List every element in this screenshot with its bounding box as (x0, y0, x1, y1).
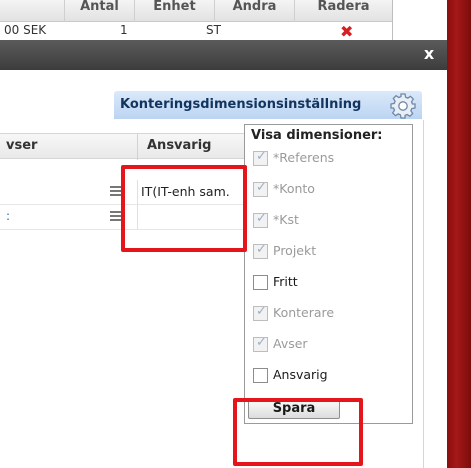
column-andra: Ändra (214, 0, 294, 22)
column-antal: Antal (64, 0, 134, 22)
dimension-option-referens: *Referens (253, 149, 403, 169)
kst-label: *Kst (273, 212, 299, 227)
gear-icon[interactable] (390, 93, 416, 119)
fritt-checkbox[interactable] (253, 275, 268, 290)
projekt-checkbox (253, 242, 268, 259)
kst-checkbox (253, 211, 268, 228)
delete-icon[interactable]: ✖ (340, 22, 353, 41)
close-button[interactable]: x (421, 44, 437, 64)
dimension-option-fritt[interactable]: Fritt (253, 273, 403, 293)
dimension-option-projekt: Projekt (253, 242, 403, 262)
row-unit: ST (206, 23, 221, 37)
ansvarig-label[interactable]: Ansvarig (273, 367, 328, 382)
avser-label: Avser (273, 336, 308, 351)
dimension-option-kst: *Kst (253, 211, 403, 231)
ansvarig-checkbox[interactable] (253, 368, 268, 383)
row-quantity: 1 (120, 23, 128, 37)
dialog-titlebar: x (0, 40, 447, 70)
dimension-option-avser: Avser (253, 335, 403, 355)
column-enhet: Enhet (134, 0, 214, 22)
konto-checkbox (253, 180, 268, 197)
row-amount: 00 SEK (4, 23, 47, 37)
show-dimensions-heading: Visa dimensioner: (251, 128, 383, 143)
konto-label: *Konto (273, 181, 315, 196)
dimension-settings-header[interactable]: Konteringsdimensionsinställning (114, 91, 422, 119)
konterare-label: Konterare (273, 305, 335, 320)
avser-checkbox (253, 335, 268, 352)
highlight-box (233, 398, 363, 466)
dimension-option-ansvarig[interactable]: Ansvarig (253, 366, 403, 386)
dimension-settings-title: Konteringsdimensionsinställning (120, 97, 362, 112)
show-dimensions-panel: Visa dimensioner: *Referens *Konto *Kst … (244, 124, 413, 424)
referens-label: *Referens (273, 150, 335, 165)
accounting-dialog: x Konteringsdimensionsinställning vser A… (0, 40, 447, 468)
dialog-panel-divider (423, 120, 424, 468)
dimension-option-konto: *Konto (253, 180, 403, 200)
highlight-box (121, 165, 247, 252)
fritt-label[interactable]: Fritt (273, 274, 298, 289)
column-radera: Radera (294, 0, 392, 22)
konterare-checkbox (253, 304, 268, 321)
background-table-header: Antal Enhet Ändra Radera (0, 0, 392, 22)
side-edge-bar (447, 0, 471, 468)
dimension-option-konterare: Konterare (253, 304, 403, 324)
referens-checkbox (253, 149, 268, 166)
row-edge-text: : (6, 209, 11, 223)
background-table-row: 00 SEK 1 ST ✖ (0, 22, 392, 42)
projekt-label: Projekt (273, 243, 317, 258)
column-ansvarig: Ansvarig (147, 138, 212, 153)
column-divider (137, 134, 138, 160)
column-avser: vser (6, 138, 38, 153)
dimension-table-header: vser Ansvarig (0, 133, 248, 160)
